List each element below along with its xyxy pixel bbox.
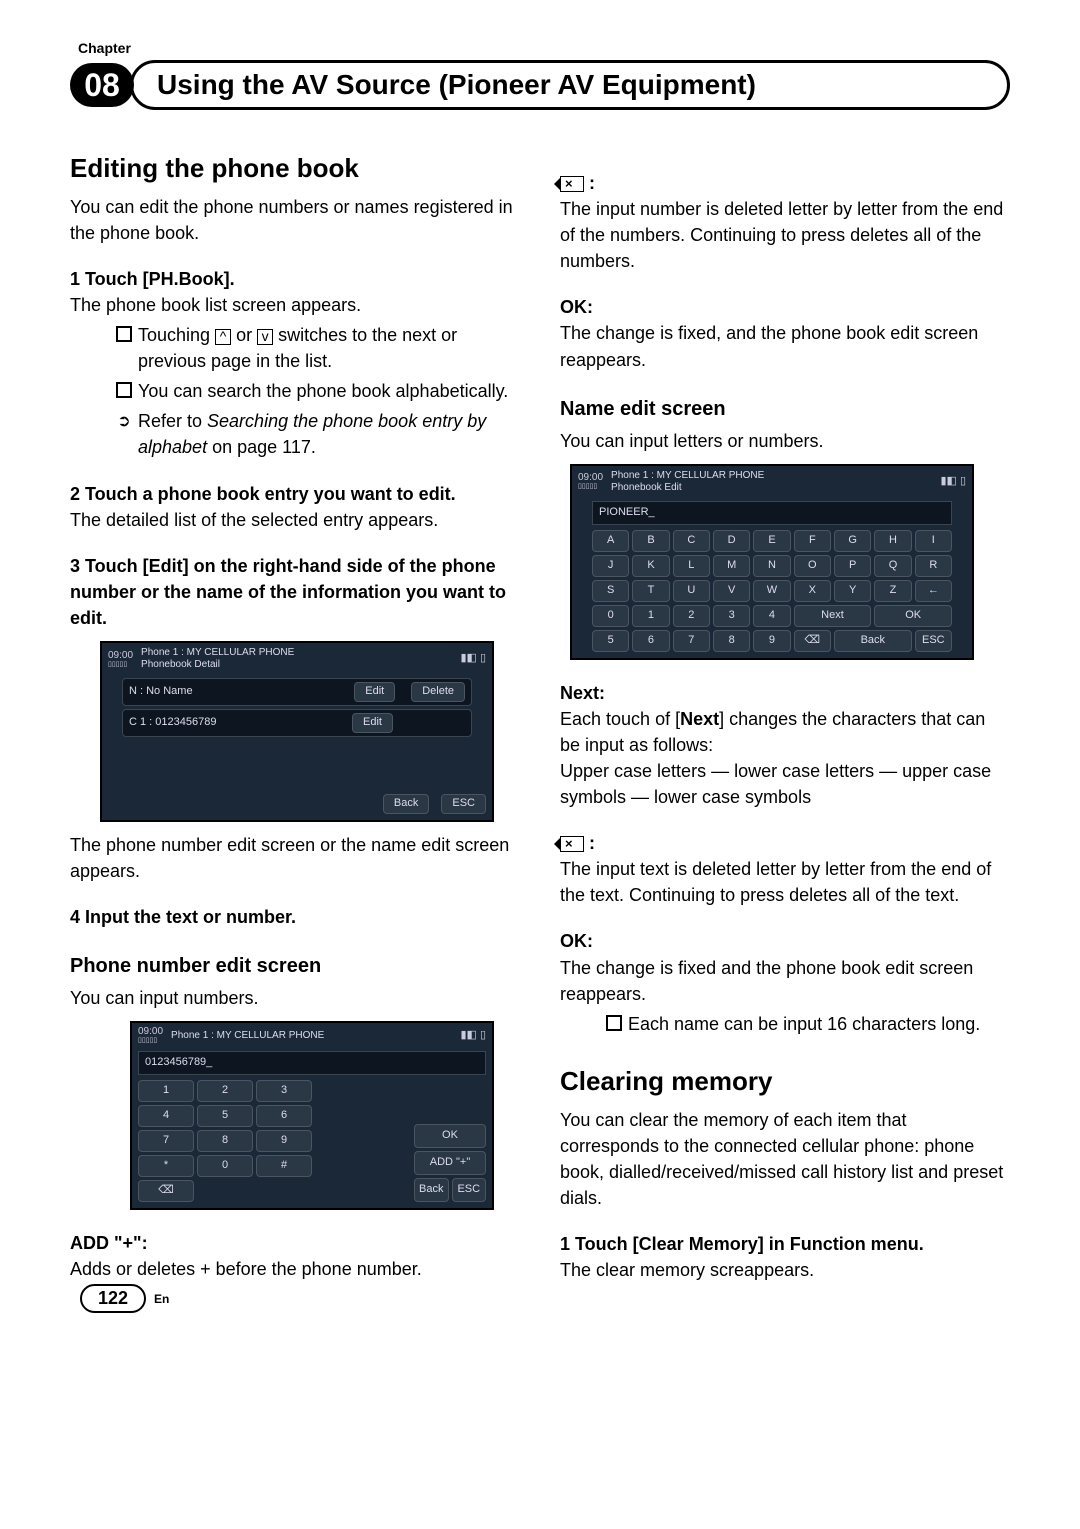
left-column: Editing the phone book You can edit the … <box>70 150 520 1283</box>
add-plus-button[interactable]: ADD "+" <box>414 1151 486 1175</box>
backspace-icon <box>560 176 584 192</box>
add-plus-text: Adds or deletes + before the phone numbe… <box>70 1256 520 1282</box>
name-edit-intro: You can input letters or numbers. <box>560 428 1010 454</box>
ok2-heading: OK: <box>560 928 1010 954</box>
back-button[interactable]: Back <box>414 1178 449 1202</box>
fig-time-icon: 09:00▯▯▯▯▯ <box>108 651 133 668</box>
backspace-text: The input number is deleted letter by le… <box>560 196 1010 274</box>
page-title: Using the AV Source (Pioneer AV Equipmen… <box>130 60 1010 110</box>
key-hash[interactable]: # <box>256 1155 312 1177</box>
fig-time-icon: 09:00▯▯▯▯▯ <box>138 1027 163 1044</box>
signal-icon: ▮◧ ▯ <box>460 1028 486 1044</box>
signal-icon: ▮◧ ▯ <box>940 474 966 490</box>
name-input[interactable]: PIONEER_ <box>592 501 952 525</box>
backspace-icon <box>560 836 584 852</box>
bullet-ref: ➲ Refer to Searching the phone book entr… <box>110 408 520 460</box>
figure-name-edit: 09:00▯▯▯▯▯ Phone 1 : MY CELLULAR PHONEPh… <box>570 464 974 660</box>
page-number: 122 En <box>80 1284 169 1313</box>
ok-heading: OK: <box>560 294 1010 320</box>
ref-arrow-icon: ➲ <box>110 410 138 433</box>
add-plus-heading: ADD "+": <box>70 1230 520 1256</box>
next-text-1: Each touch of [Next] changes the charact… <box>560 706 1010 758</box>
ok2-text: The change is fixed and the phone book e… <box>560 955 1010 1007</box>
step-2: 2 Touch a phone book entry you want to e… <box>70 481 520 507</box>
key-4[interactable]: 4 <box>138 1105 194 1127</box>
key-2[interactable]: 2 <box>197 1080 253 1102</box>
numeric-keypad[interactable]: 1 2 3 4 5 6 7 8 9 * 0 # ⌫ <box>138 1080 312 1202</box>
chapter-number-badge: 08 <box>70 63 134 107</box>
ok-button[interactable]: OK <box>414 1124 486 1148</box>
up-icon: ^ <box>215 329 231 345</box>
esc-button[interactable]: ESC <box>452 1178 487 1202</box>
step-3: 3 Touch [Edit] on the right-hand side of… <box>70 553 520 631</box>
figure-phonebook-detail: 09:00▯▯▯▯▯ Phone 1 : MY CELLULAR PHONEPh… <box>100 641 494 822</box>
step-1-body: The phone book list screen appears. <box>70 292 520 318</box>
detail-row-number[interactable]: C 1 : 0123456789 Edit <box>122 709 472 737</box>
signal-icon: ▮◧ ▯ <box>460 651 486 667</box>
square-bullet-icon <box>116 382 132 398</box>
chapter-label: Chapter <box>78 40 1010 56</box>
edit-button[interactable]: Edit <box>354 682 395 702</box>
delete-button[interactable]: Delete <box>411 682 465 702</box>
key-star[interactable]: * <box>138 1155 194 1177</box>
phone-edit-intro: You can input numbers. <box>70 985 520 1011</box>
key-0[interactable]: 0 <box>197 1155 253 1177</box>
square-bullet-icon <box>606 1015 622 1031</box>
next-heading: Next: <box>560 680 1010 706</box>
key-3[interactable]: 3 <box>256 1080 312 1102</box>
step-3-after: The phone number edit screen or the name… <box>70 832 520 884</box>
figure-number-edit: 09:00▯▯▯▯▯ Phone 1 : MY CELLULAR PHONE ▮… <box>130 1021 494 1210</box>
back-button[interactable]: Back <box>383 794 429 814</box>
heading-clearing: Clearing memory <box>560 1063 1010 1101</box>
esc-button[interactable]: ESC <box>441 794 486 814</box>
back-button[interactable]: Back <box>834 630 912 652</box>
backspace-key[interactable]: ⌫ <box>794 630 831 652</box>
key-5[interactable]: 5 <box>197 1105 253 1127</box>
step-4: 4 Input the text or number. <box>70 904 520 930</box>
backspace-key[interactable]: ⌫ <box>138 1180 194 1202</box>
right-column: : The input number is deleted letter by … <box>560 150 1010 1283</box>
backspace-heading: : <box>560 170 1010 196</box>
key-7[interactable]: 7 <box>138 1130 194 1152</box>
square-bullet-icon <box>116 326 132 342</box>
heading-phone-edit: Phone number edit screen <box>70 952 520 981</box>
clearing-intro: You can clear the memory of each item th… <box>560 1107 1010 1211</box>
clear-step-1: 1 Touch [Clear Memory] in Function menu. <box>560 1231 1010 1257</box>
intro-text: You can edit the phone numbers or names … <box>70 194 520 246</box>
alpha-keypad[interactable]: ABCDEFGHI JKLMNOPQR STUVWXYZ← <box>572 528 972 605</box>
ok-button[interactable]: OK <box>874 605 952 627</box>
next-button[interactable]: Next <box>794 605 872 627</box>
down-icon: v <box>257 329 273 345</box>
step-1: 1 Touch [PH.Book]. <box>70 266 520 292</box>
bullet-16chars: Each name can be input 16 characters lon… <box>600 1011 1010 1037</box>
backspace2-heading: : <box>560 830 1010 856</box>
key-1[interactable]: 1 <box>138 1080 194 1102</box>
detail-row-name[interactable]: N : No Name Edit Delete <box>122 678 472 706</box>
backspace2-text: The input text is deleted letter by lett… <box>560 856 1010 908</box>
step-2-body: The detailed list of the selected entry … <box>70 507 520 533</box>
edit-button[interactable]: Edit <box>352 713 393 733</box>
heading-editing: Editing the phone book <box>70 150 520 188</box>
key-9[interactable]: 9 <box>256 1130 312 1152</box>
key-8[interactable]: 8 <box>197 1130 253 1152</box>
number-input[interactable]: 0123456789_ <box>138 1051 486 1075</box>
ok-text: The change is fixed, and the phone book … <box>560 320 1010 372</box>
next-text-2: Upper case letters — lower case letters … <box>560 758 1010 810</box>
clear-step-1-body: The clear memory screappears. <box>560 1257 1010 1283</box>
key-6[interactable]: 6 <box>256 1105 312 1127</box>
bullet-alpha-search: You can search the phone book alphabetic… <box>110 378 520 404</box>
heading-name-edit: Name edit screen <box>560 395 1010 424</box>
bullet-paging: Touching ^ or v switches to the next or … <box>110 322 520 374</box>
fig-time-icon: 09:00▯▯▯▯▯ <box>578 473 603 490</box>
esc-button[interactable]: ESC <box>915 630 952 652</box>
page-header: 08 Using the AV Source (Pioneer AV Equip… <box>70 60 1010 110</box>
